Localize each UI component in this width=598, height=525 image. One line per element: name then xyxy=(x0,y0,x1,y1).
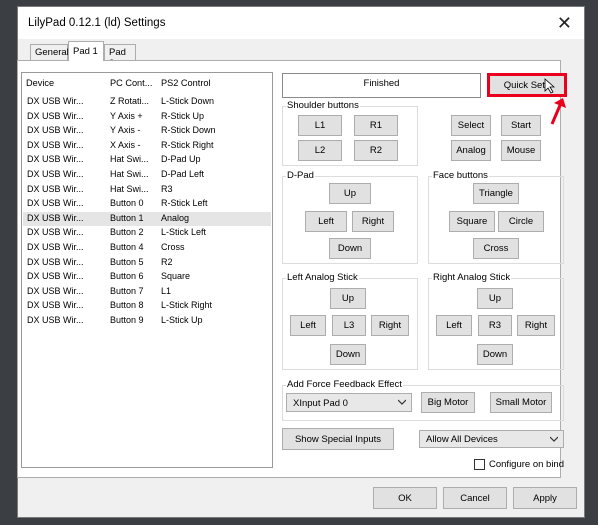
circle-button[interactable]: Circle xyxy=(498,211,544,232)
chevron-down-icon xyxy=(550,436,558,442)
configure-on-bind-label: Configure on bind xyxy=(489,459,564,470)
l3-button[interactable]: L3 xyxy=(332,315,366,336)
left-stick-down-button[interactable]: Down xyxy=(330,344,366,365)
show-special-inputs-button[interactable]: Show Special Inputs xyxy=(282,428,394,450)
right-stick-left-button[interactable]: Left xyxy=(436,315,472,336)
cross-button[interactable]: Cross xyxy=(473,238,519,259)
analog-button[interactable]: Analog xyxy=(451,140,491,161)
dpad-left-button[interactable]: Left xyxy=(305,211,347,232)
dpad-up-button[interactable]: Up xyxy=(329,183,371,204)
left-stick-left-button[interactable]: Left xyxy=(290,315,326,336)
select-button[interactable]: Select xyxy=(451,115,491,136)
r3-button[interactable]: R3 xyxy=(478,315,512,336)
right-analog-stick-label: Right Analog Stick xyxy=(432,272,512,283)
shoulder-buttons-label: Shoulder buttons xyxy=(286,100,360,111)
small-motor-button[interactable]: Small Motor xyxy=(490,392,552,413)
big-motor-button[interactable]: Big Motor xyxy=(421,392,475,413)
face-buttons-label: Face buttons xyxy=(432,170,489,181)
force-feedback-device-select[interactable]: XInput Pad 0 xyxy=(286,393,412,412)
l2-button[interactable]: L2 xyxy=(298,140,342,161)
mouse-button[interactable]: Mouse xyxy=(501,140,541,161)
square-button[interactable]: Square xyxy=(449,211,495,232)
triangle-button[interactable]: Triangle xyxy=(473,183,519,204)
left-stick-right-button[interactable]: Right xyxy=(371,315,409,336)
start-button[interactable]: Start xyxy=(501,115,541,136)
dpad-label: D-Pad xyxy=(286,170,315,181)
cancel-button[interactable]: Cancel xyxy=(443,487,507,509)
configure-on-bind-checkbox[interactable] xyxy=(474,459,485,470)
device-filter-select[interactable]: Allow All Devices xyxy=(419,430,564,448)
apply-button[interactable]: Apply xyxy=(513,487,577,509)
r1-button[interactable]: R1 xyxy=(354,115,398,136)
dpad-down-button[interactable]: Down xyxy=(329,238,371,259)
force-feedback-label: Add Force Feedback Effect xyxy=(286,379,403,390)
right-stick-right-button[interactable]: Right xyxy=(517,315,555,336)
right-stick-up-button[interactable]: Up xyxy=(477,288,513,309)
tab-pad1[interactable]: Pad 1 xyxy=(68,41,104,61)
l1-button[interactable]: L1 xyxy=(298,115,342,136)
mouse-cursor-icon xyxy=(544,78,556,94)
left-stick-up-button[interactable]: Up xyxy=(330,288,366,309)
r2-button[interactable]: R2 xyxy=(354,140,398,161)
annotation-arrow-icon xyxy=(550,102,563,125)
ok-button[interactable]: OK xyxy=(373,487,437,509)
left-analog-stick-label: Left Analog Stick xyxy=(286,272,359,283)
right-stick-down-button[interactable]: Down xyxy=(477,344,513,365)
chevron-down-icon xyxy=(398,399,406,405)
dpad-right-button[interactable]: Right xyxy=(352,211,394,232)
force-feedback-device-value: XInput Pad 0 xyxy=(293,398,348,409)
device-filter-value: Allow All Devices xyxy=(426,434,498,445)
